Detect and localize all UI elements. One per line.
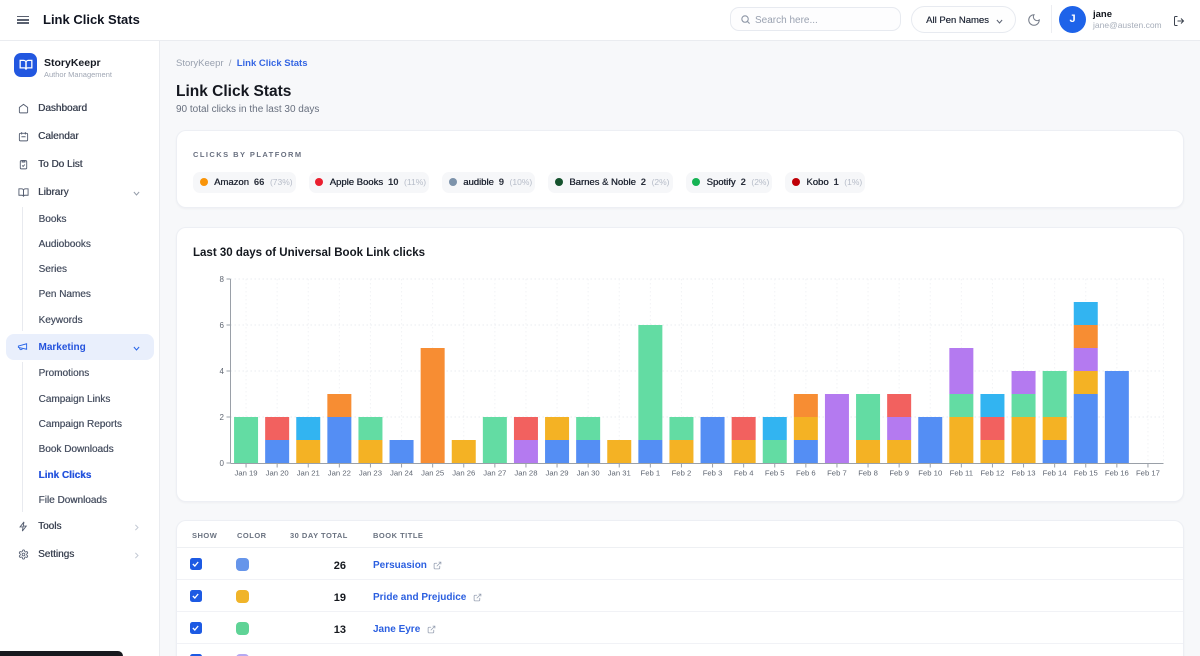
svg-text:Jan 20: Jan 20	[266, 469, 289, 478]
svg-text:0: 0	[220, 459, 225, 468]
svg-text:Jan 29: Jan 29	[546, 469, 569, 478]
svg-text:Feb 5: Feb 5	[765, 469, 785, 478]
svg-text:Feb 6: Feb 6	[796, 469, 816, 478]
svg-text:Feb 9: Feb 9	[889, 469, 909, 478]
svg-text:Jan 30: Jan 30	[577, 469, 600, 478]
svg-text:Jan 28: Jan 28	[514, 469, 537, 478]
svg-text:Feb 16: Feb 16	[1105, 469, 1129, 478]
svg-text:Feb 2: Feb 2	[672, 469, 692, 478]
svg-text:Jan 19: Jan 19	[235, 469, 258, 478]
svg-text:2: 2	[220, 413, 225, 422]
svg-text:4: 4	[220, 367, 225, 376]
svg-text:Feb 1: Feb 1	[641, 469, 661, 478]
svg-text:Jan 23: Jan 23	[359, 469, 382, 478]
svg-text:Jan 31: Jan 31	[608, 469, 631, 478]
svg-text:Jan 26: Jan 26	[452, 469, 475, 478]
svg-text:Feb 3: Feb 3	[703, 469, 723, 478]
svg-text:Feb 8: Feb 8	[858, 469, 878, 478]
svg-text:Feb 14: Feb 14	[1043, 469, 1068, 478]
svg-text:Feb 13: Feb 13	[1012, 469, 1036, 478]
svg-text:Jan 22: Jan 22	[328, 469, 351, 478]
svg-text:Jan 21: Jan 21	[297, 469, 320, 478]
svg-text:Feb 17: Feb 17	[1136, 469, 1160, 478]
svg-text:Jan 25: Jan 25	[421, 469, 444, 478]
svg-text:Jan 27: Jan 27	[483, 469, 506, 478]
svg-text:6: 6	[220, 321, 225, 330]
svg-text:Jan 24: Jan 24	[390, 469, 414, 478]
svg-text:8: 8	[220, 275, 225, 284]
svg-text:Feb 12: Feb 12	[980, 469, 1004, 478]
svg-text:Feb 15: Feb 15	[1074, 469, 1098, 478]
svg-text:Feb 11: Feb 11	[950, 469, 973, 478]
svg-text:Feb 4: Feb 4	[734, 469, 754, 478]
svg-text:Feb 10: Feb 10	[918, 469, 942, 478]
svg-text:Feb 7: Feb 7	[827, 469, 847, 478]
